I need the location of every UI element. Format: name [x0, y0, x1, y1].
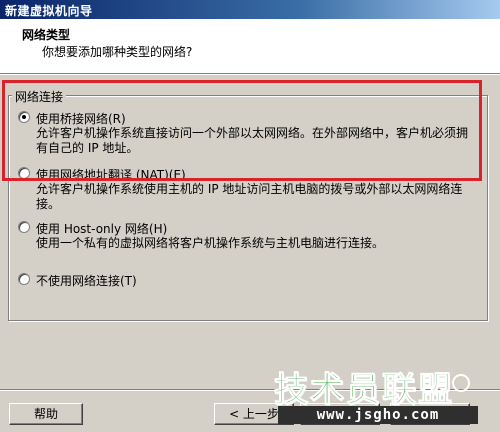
title-bar[interactable]: 新建虚拟机向导	[0, 0, 500, 19]
watermark-url: www.jsgho.com	[278, 406, 478, 424]
header-divider	[0, 74, 500, 75]
watermark-circle-icon	[452, 374, 470, 392]
page-subtitle: 你想要添加哪种类型的网络?	[42, 45, 193, 59]
host-only-description: 使用一个私有的虚拟网络将客户机操作系统与主机电脑进行连接。	[36, 236, 385, 250]
window-title: 新建虚拟机向导	[5, 4, 93, 18]
no-network-radio[interactable]	[18, 273, 30, 285]
wizard-window: 新建虚拟机向导 网络类型 你想要添加哪种类型的网络? 网络连接 使用桥接网络(R…	[0, 0, 500, 432]
nat-description: 允许客户机操作系统使用主机的 IP 地址访问主机电脑的拨号或外部以太网网络连接。	[36, 182, 463, 211]
host-only-label[interactable]: 使用 Host-only 网络(H)	[36, 220, 167, 237]
no-network-label[interactable]: 不使用网络连接(T)	[36, 272, 137, 289]
watermark-brand: 技术员联盟	[274, 370, 454, 411]
red-highlight-annotation	[2, 80, 482, 181]
wizard-header: 网络类型 你想要添加哪种类型的网络?	[0, 19, 500, 74]
host-only-radio[interactable]	[18, 221, 30, 233]
watermark-logo: 技术员联盟 www.jsgho.com	[266, 360, 496, 428]
help-button[interactable]: 帮助	[9, 403, 83, 425]
page-title: 网络类型	[22, 28, 71, 42]
